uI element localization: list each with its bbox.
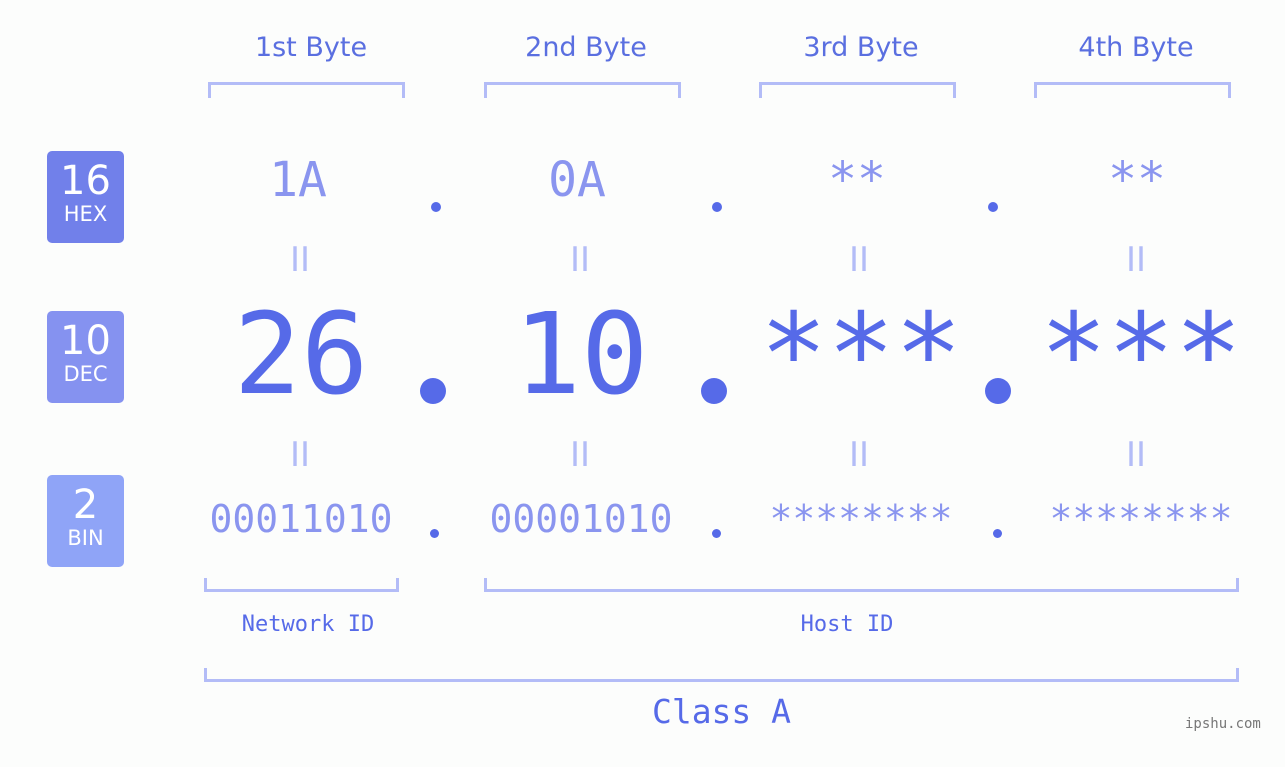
bin-dot-3 — [993, 529, 1002, 538]
dec-dot-3 — [985, 378, 1011, 404]
hex-badge: 16 HEX — [47, 151, 124, 243]
bin-byte-3: ******** — [769, 497, 953, 541]
equals-icon: II — [569, 435, 591, 475]
byte-bracket-1 — [208, 82, 405, 98]
dec-dot-2 — [701, 378, 727, 404]
equals-icon: II — [289, 240, 311, 280]
equals-icon: II — [569, 240, 591, 280]
byte-bracket-3 — [759, 82, 956, 98]
dec-badge-label: DEC — [63, 362, 108, 386]
dec-badge: 10 DEC — [47, 311, 124, 403]
byte-bracket-2 — [484, 82, 681, 98]
hex-badge-label: HEX — [63, 202, 108, 226]
bin-byte-1: 00011010 — [209, 497, 393, 541]
equals-icon: II — [848, 240, 870, 280]
host-id-bracket — [484, 578, 1239, 592]
equals-icon: II — [289, 435, 311, 475]
bin-badge-number: 2 — [72, 482, 99, 528]
dec-byte-1: 26 — [233, 290, 369, 420]
byte-bracket-4 — [1034, 82, 1231, 98]
class-bracket — [204, 668, 1239, 682]
network-id-label: Network ID — [241, 612, 375, 637]
hex-dot-1 — [431, 202, 441, 212]
byte-header-3: 3rd Byte — [803, 32, 919, 63]
bin-byte-2: 00001010 — [489, 497, 673, 541]
bin-byte-4: ******** — [1049, 497, 1233, 541]
hex-dot-2 — [712, 202, 722, 212]
network-id-bracket — [204, 578, 399, 592]
dec-byte-3: *** — [759, 290, 963, 420]
dec-badge-number: 10 — [60, 318, 111, 364]
equals-icon: II — [848, 435, 870, 475]
equals-icon: II — [1125, 435, 1147, 475]
dec-byte-2: 10 — [513, 290, 649, 420]
hex-dot-3 — [988, 202, 998, 212]
byte-header-4: 4th Byte — [1078, 32, 1194, 63]
bin-dot-1 — [430, 529, 439, 538]
bin-badge-label: BIN — [67, 526, 104, 550]
hex-byte-1: 1A — [269, 152, 327, 208]
bin-badge: 2 BIN — [47, 475, 124, 567]
dec-dot-1 — [420, 378, 446, 404]
hex-badge-number: 16 — [60, 158, 111, 204]
equals-icon: II — [1125, 240, 1147, 280]
host-id-label: Host ID — [800, 612, 894, 637]
hex-byte-2: 0A — [548, 152, 606, 208]
byte-header-1: 1st Byte — [254, 32, 368, 63]
byte-header-2: 2nd Byte — [525, 32, 647, 63]
dec-byte-4: *** — [1039, 290, 1243, 420]
class-label: Class A — [651, 692, 792, 731]
watermark: ipshu.com — [1185, 716, 1261, 732]
bin-dot-2 — [712, 529, 721, 538]
hex-byte-4: ** — [1108, 152, 1166, 208]
hex-byte-3: ** — [828, 152, 886, 208]
